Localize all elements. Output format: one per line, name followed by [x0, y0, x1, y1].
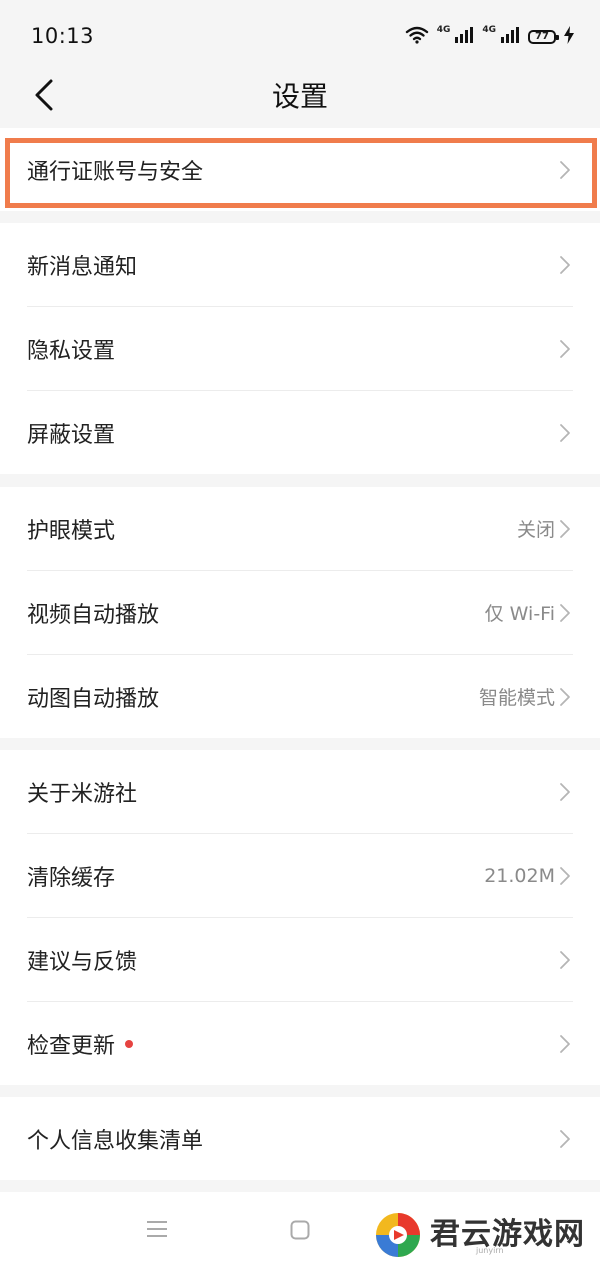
chevron-right-icon [557, 601, 573, 625]
settings-group-about: 关于米游社 清除缓存 21.02M 建议与反馈 检查更新 [0, 750, 600, 1085]
setting-label-wrap: 检查更新 [27, 1028, 134, 1060]
signal-1-icon [454, 26, 474, 48]
setting-label: 护眼模式 [27, 518, 116, 544]
setting-row-block[interactable]: 屏蔽设置 [27, 391, 573, 474]
setting-row-feedback[interactable]: 建议与反馈 [27, 918, 573, 1002]
setting-label: 动图自动播放 [27, 686, 160, 712]
chevron-right-icon [557, 517, 573, 541]
setting-right [557, 391, 573, 474]
setting-label: 通行证账号与安全 [27, 159, 204, 185]
setting-row-video-autoplay[interactable]: 视频自动播放 仅 Wi-Fi [27, 571, 573, 655]
setting-right [557, 307, 573, 390]
status-icons: 4G 4G 77 [405, 24, 574, 50]
setting-right [557, 750, 573, 833]
chevron-right-icon [557, 158, 573, 182]
setting-row-personal-info-list[interactable]: 个人信息收集清单 [27, 1097, 573, 1180]
setting-right [557, 128, 573, 211]
chevron-right-icon [557, 253, 573, 277]
signal-2-type: 4G [482, 25, 496, 35]
update-badge-dot [125, 1039, 134, 1048]
status-time: 10:13 [31, 24, 95, 48]
setting-right [557, 1097, 573, 1180]
nav-bar: 设置 [0, 66, 600, 126]
setting-row-check-update[interactable]: 检查更新 [27, 1002, 573, 1085]
watermark-subtext: junyirn [476, 1246, 504, 1255]
setting-label: 检查更新 [27, 1033, 116, 1059]
setting-label: 新消息通知 [27, 254, 138, 280]
signal-1-type: 4G [436, 25, 451, 35]
setting-right: 智能模式 [479, 655, 573, 738]
setting-row-clear-cache[interactable]: 清除缓存 21.02M [27, 834, 573, 918]
chevron-right-icon [557, 780, 573, 804]
chevron-right-icon [557, 864, 573, 888]
status-bar: 10:13 4G 4G 77 [0, 0, 600, 66]
chevron-right-icon [557, 337, 573, 361]
setting-label: 屏蔽设置 [27, 422, 116, 448]
page-title: 设置 [271, 80, 328, 113]
settings-group-account: 通行证账号与安全 [0, 128, 600, 211]
setting-right [557, 223, 573, 306]
charging-icon [564, 26, 574, 48]
setting-row-gif-autoplay[interactable]: 动图自动播放 智能模式 [27, 655, 573, 738]
setting-value: 智能模式 [478, 687, 555, 709]
chevron-right-icon [557, 1127, 573, 1151]
setting-value: 仅 Wi-Fi [484, 603, 555, 625]
watermark-text: 君云游戏网 [430, 1217, 585, 1252]
setting-row-eye-protection[interactable]: 护眼模式 关闭 [27, 487, 573, 571]
settings-group-privacy-list: 个人信息收集清单 [0, 1097, 600, 1180]
setting-right: 21.02M [484, 834, 573, 917]
watermark-logo-icon [372, 1210, 424, 1264]
wifi-icon [405, 26, 429, 48]
setting-label: 清除缓存 [27, 865, 116, 891]
setting-label: 关于米游社 [27, 781, 138, 807]
chevron-right-icon [557, 685, 573, 709]
watermark: 君云游戏网 junyirn [372, 1208, 594, 1262]
signal-2-icon [500, 26, 520, 48]
battery-icon: 77 [528, 30, 559, 44]
setting-value: 关闭 [516, 519, 555, 541]
setting-label: 视频自动播放 [27, 602, 160, 628]
settings-group-notifications: 新消息通知 隐私设置 屏蔽设置 [0, 223, 600, 474]
menu-icon[interactable] [146, 1220, 168, 1242]
setting-label: 隐私设置 [27, 338, 116, 364]
setting-row-account-security[interactable]: 通行证账号与安全 [27, 128, 573, 211]
setting-right: 关闭 [517, 487, 573, 570]
chevron-right-icon [557, 1032, 573, 1056]
setting-row-new-message-notify[interactable]: 新消息通知 [27, 223, 573, 307]
setting-label: 建议与反馈 [27, 949, 138, 975]
setting-row-about[interactable]: 关于米游社 [27, 750, 573, 834]
home-square-icon[interactable] [290, 1220, 310, 1244]
setting-value: 21.02M [484, 864, 555, 887]
setting-right [557, 1002, 573, 1085]
setting-right: 仅 Wi-Fi [485, 571, 573, 654]
setting-label: 个人信息收集清单 [27, 1128, 204, 1154]
chevron-right-icon [557, 421, 573, 445]
chevron-right-icon [557, 948, 573, 972]
settings-group-display: 护眼模式 关闭 视频自动播放 仅 Wi-Fi 动图自动播放 智能模式 [0, 487, 600, 738]
setting-right [557, 918, 573, 1001]
setting-row-privacy[interactable]: 隐私设置 [27, 307, 573, 391]
